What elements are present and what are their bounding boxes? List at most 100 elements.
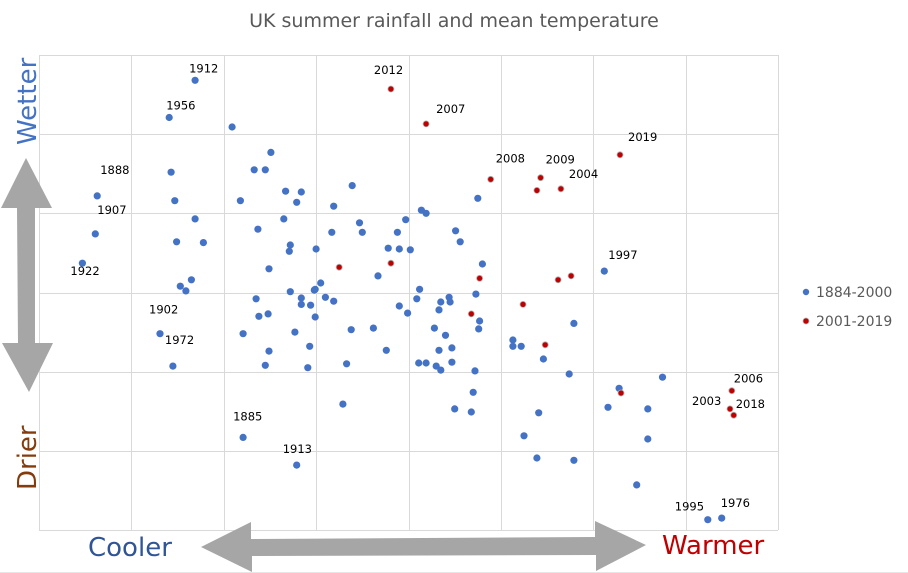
legend-marker-2001-2019 [802,317,810,325]
y-axis-word-wetter: Wetter [13,57,43,145]
data-point-1884-2000 [478,260,486,268]
data-label-1902: 1902 [149,303,178,317]
data-label-1956: 1956 [166,99,195,113]
data-point-1884-2000 [384,244,392,252]
data-point-1884-2000-1907 [91,230,99,238]
data-point-1884-2000 [517,342,525,350]
data-label-2019: 2019 [628,130,657,144]
data-point-1884-2000-1885 [239,433,247,441]
data-point-1884-2000 [265,265,273,273]
data-point-1884-2000 [509,342,517,350]
data-label-1972: 1972 [165,333,194,347]
data-point-1884-2000 [437,298,445,306]
data-point-1884-2000 [321,293,329,301]
data-point-1884-2000 [250,166,258,174]
data-point-2001-2019-2009 [537,174,544,182]
data-point-2001-2019-2004 [557,185,565,193]
data-point-1884-2000 [570,319,578,327]
y-axis-word-drier: Drier [13,425,43,490]
data-point-1884-2000 [467,408,475,416]
data-point-1884-2000 [267,148,275,156]
data-point-1884-2000 [404,309,412,317]
data-point-1884-2000 [265,347,273,355]
data-point-1884-2000 [446,298,454,306]
data-label-1997: 1997 [608,248,637,262]
data-point-1884-2000 [471,367,479,375]
data-point-1884-2000 [509,336,517,344]
data-point-1884-2000 [293,198,301,206]
data-label-1912: 1912 [189,61,218,75]
data-point-1884-2000 [472,290,480,298]
data-point-1884-2000 [644,405,652,413]
data-point-1884-2000 [280,215,288,223]
data-point-2001-2019 [387,259,395,267]
data-point-1884-2000 [406,246,414,254]
data-point-1884-2000 [297,300,305,308]
data-point-1884-2000 [469,388,477,396]
data-point-1884-2000-1956 [165,113,173,122]
data-label-2012: 2012 [374,63,403,77]
data-label-2006: 2006 [734,372,763,386]
data-point-2001-2019 [335,263,343,271]
data-point-1884-2000 [395,245,403,253]
data-point-1884-2000 [382,346,390,354]
data-point-1884-2000 [173,238,181,246]
data-label-2007: 2007 [436,102,465,116]
data-point-1884-2000 [422,209,430,217]
data-point-1884-2000-1922 [78,259,86,267]
data-point-2001-2019-2019 [616,151,624,159]
data-label-2004: 2004 [569,167,598,181]
data-point-1884-2000 [413,295,421,303]
data-point-1884-2000 [252,295,260,303]
data-point-2001-2019 [467,310,475,318]
legend-label-1884-2000: 1884-2000 [816,285,892,301]
data-point-1884-2000 [191,215,199,223]
chart-title: UK summer rainfall and mean temperature [249,10,659,32]
data-point-1884-2000-1913 [293,461,301,469]
data-point-1884-2000 [291,328,299,336]
data-point-1884-2000 [171,197,179,205]
data-label-2018: 2018 [736,397,765,411]
data-point-1884-2000 [456,238,464,246]
data-label-1885: 1885 [233,409,262,423]
data-point-2001-2019-2018 [730,411,738,419]
data-point-1884-2000 [644,435,652,443]
data-point-2001-2019 [541,341,549,349]
data-point-1884-2000 [282,187,290,195]
data-point-1884-2000 [254,225,262,233]
data-point-1884-2000 [539,355,548,363]
data-point-1884-2000 [261,166,269,174]
data-point-2001-2019-2006 [728,387,736,395]
data-point-2001-2019 [617,389,625,397]
data-point-1884-2000 [182,287,190,295]
data-point-1884-2000 [393,228,401,236]
data-point-1884-2000 [451,405,459,413]
data-point-1884-2000 [228,123,236,131]
data-point-1884-2000 [176,282,184,290]
data-point-1884-2000 [330,202,338,210]
data-point-1884-2000 [310,286,318,294]
data-label-2008: 2008 [496,151,525,165]
data-point-1884-2000-1995 [704,516,712,524]
data-label-2003: 2003 [692,394,721,408]
data-point-1884-2000 [520,432,528,440]
data-point-1884-2000-1972 [169,362,177,370]
data-label-1922: 1922 [70,264,99,278]
data-point-1884-2000 [533,454,541,462]
data-point-2001-2019-2012 [387,85,395,93]
data-point-1884-2000 [535,409,543,417]
data-point-1884-2000 [474,194,482,202]
plot-grid [39,55,779,531]
data-label-1995: 1995 [675,500,704,514]
x-axis-word-warmer: Warmer [662,531,765,561]
data-point-1884-2000 [199,239,207,247]
legend-marker-1884-2000 [802,288,810,296]
data-point-1884-2000 [416,285,424,293]
data-point-1884-2000 [317,279,325,287]
data-point-2001-2019 [567,272,575,280]
data-label-2009: 2009 [546,153,575,167]
data-point-1884-2000 [422,359,430,367]
data-point-1884-2000-1902 [156,330,164,338]
data-point-1884-2000 [658,373,667,381]
data-point-1884-2000 [187,276,195,284]
